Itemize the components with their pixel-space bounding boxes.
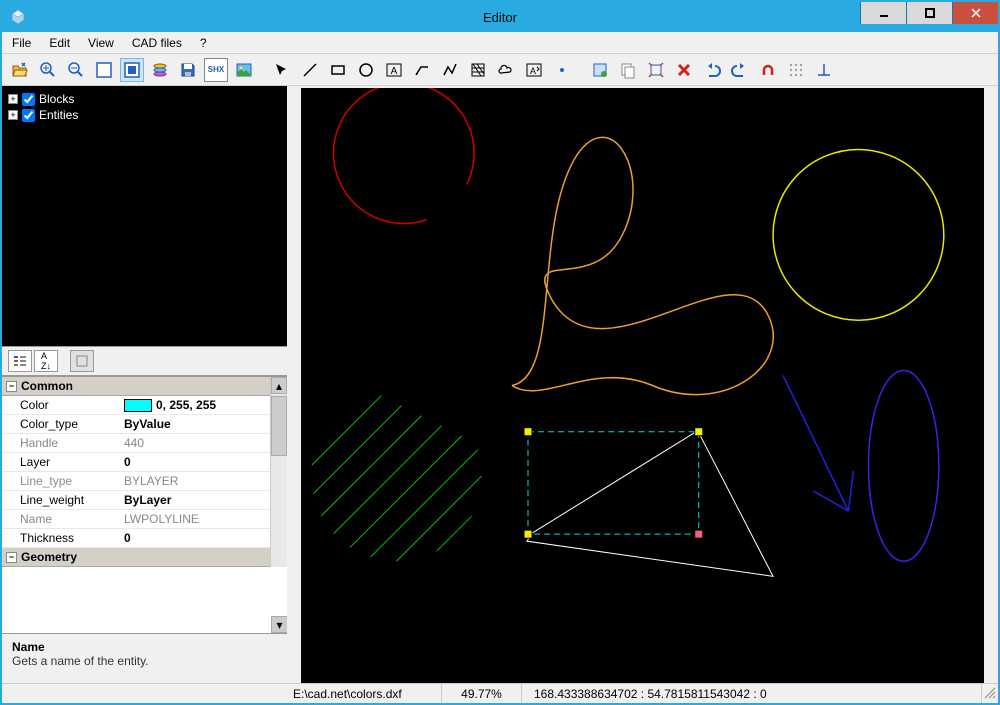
white-bg-button[interactable] bbox=[92, 58, 116, 82]
categorized-button[interactable] bbox=[8, 350, 32, 372]
prop-category-common[interactable]: − Common bbox=[2, 377, 270, 396]
menu-file[interactable]: File bbox=[12, 36, 31, 50]
property-toolbar: AZ↓ bbox=[2, 346, 287, 376]
drawing-canvas[interactable] bbox=[301, 88, 984, 683]
prop-row-handle: Handle 440 bbox=[2, 434, 270, 453]
minimize-button[interactable] bbox=[860, 2, 906, 24]
expand-icon[interactable]: + bbox=[8, 94, 18, 104]
green-hatch[interactable] bbox=[301, 386, 522, 607]
resize-grip[interactable] bbox=[982, 685, 998, 702]
text-button[interactable]: A bbox=[382, 58, 406, 82]
expand-icon[interactable]: + bbox=[8, 110, 18, 120]
color-swatch bbox=[124, 399, 152, 412]
snap-button[interactable] bbox=[756, 58, 780, 82]
hatch-button[interactable] bbox=[466, 58, 490, 82]
alphabetical-button[interactable]: AZ↓ bbox=[34, 350, 58, 372]
white-polyline[interactable] bbox=[527, 431, 773, 577]
menu-cad-files[interactable]: CAD files bbox=[132, 36, 182, 50]
collapse-icon[interactable]: − bbox=[6, 381, 17, 392]
tree-item-entities[interactable]: + Entities bbox=[8, 108, 281, 122]
collapse-icon[interactable]: − bbox=[6, 552, 17, 563]
property-grid[interactable]: − Common Color 0, 255, 255 Color_type By… bbox=[2, 376, 287, 633]
category-label: Geometry bbox=[21, 550, 77, 564]
zoom-in-button[interactable] bbox=[36, 58, 60, 82]
prop-category-geometry[interactable]: − Geometry bbox=[2, 548, 270, 567]
app-icon bbox=[10, 9, 26, 25]
scrollbar[interactable]: ▴ ▾ bbox=[270, 377, 287, 567]
close-button[interactable] bbox=[952, 2, 998, 24]
tree-item-blocks[interactable]: + Blocks bbox=[8, 92, 281, 106]
grid-button[interactable] bbox=[784, 58, 808, 82]
grip-icon[interactable] bbox=[524, 428, 532, 436]
menu-view[interactable]: View bbox=[88, 36, 114, 50]
mtext-button[interactable]: A bbox=[522, 58, 546, 82]
open-button[interactable] bbox=[8, 58, 32, 82]
extents-button[interactable] bbox=[644, 58, 668, 82]
grip-icon[interactable] bbox=[524, 530, 532, 538]
black-bg-button[interactable] bbox=[120, 58, 144, 82]
titlebar: Editor bbox=[2, 2, 998, 32]
prop-row-thickness[interactable]: Thickness 0 bbox=[2, 529, 270, 548]
category-label: Common bbox=[21, 379, 73, 393]
grip-icon[interactable] bbox=[695, 428, 703, 436]
window-title: Editor bbox=[483, 10, 517, 25]
undo-button[interactable] bbox=[700, 58, 724, 82]
delete-button[interactable] bbox=[672, 58, 696, 82]
yellow-circle[interactable] bbox=[773, 149, 944, 320]
tree-label: Entities bbox=[39, 108, 78, 122]
maximize-button[interactable] bbox=[906, 2, 952, 24]
status-zoom: 49.77% bbox=[442, 684, 522, 703]
left-panel: + Blocks + Entities AZ↓ bbox=[2, 86, 287, 683]
tree-label: Blocks bbox=[39, 92, 74, 106]
statusbar: E:\cad.net\colors.dxf 49.77% 168.4333886… bbox=[2, 683, 998, 703]
menubar: File Edit View CAD files ? bbox=[2, 32, 998, 54]
property-description: Name Gets a name of the entity. bbox=[2, 633, 287, 683]
tree-checkbox[interactable] bbox=[22, 109, 35, 122]
menu-edit[interactable]: Edit bbox=[49, 36, 70, 50]
ortho-button[interactable] bbox=[812, 58, 836, 82]
copy-button[interactable] bbox=[616, 58, 640, 82]
blue-ellipse[interactable] bbox=[868, 370, 938, 561]
zoom-out-button[interactable] bbox=[64, 58, 88, 82]
svg-text:A: A bbox=[530, 66, 536, 76]
tree-checkbox[interactable] bbox=[22, 93, 35, 106]
orange-spline[interactable] bbox=[512, 137, 773, 394]
leader-button[interactable] bbox=[410, 58, 434, 82]
red-arc[interactable] bbox=[333, 88, 474, 224]
polyline-button[interactable] bbox=[438, 58, 462, 82]
rect-button[interactable] bbox=[326, 58, 350, 82]
prop-pages-button[interactable] bbox=[70, 350, 94, 372]
prop-row-lineweight[interactable]: Line_weight ByLayer bbox=[2, 491, 270, 510]
prop-row-layer[interactable]: Layer 0 bbox=[2, 453, 270, 472]
canvas-area[interactable] bbox=[287, 86, 998, 683]
picture-button[interactable] bbox=[232, 58, 256, 82]
tree-view[interactable]: + Blocks + Entities bbox=[2, 86, 287, 346]
prop-row-name: Name LWPOLYLINE bbox=[2, 510, 270, 529]
select-button[interactable] bbox=[270, 58, 294, 82]
shx-button[interactable]: SHX bbox=[204, 58, 228, 82]
desc-text: Gets a name of the entity. bbox=[12, 654, 277, 668]
prop-row-color[interactable]: Color 0, 255, 255 bbox=[2, 396, 270, 415]
prop-row-linetype: Line_type BYLAYER bbox=[2, 472, 270, 491]
cloud-button[interactable] bbox=[494, 58, 518, 82]
point-button[interactable] bbox=[550, 58, 574, 82]
layers-button[interactable] bbox=[148, 58, 172, 82]
toolbar: SHX A A bbox=[2, 54, 998, 86]
prop-row-colortype[interactable]: Color_type ByValue bbox=[2, 415, 270, 434]
blue-arrow[interactable] bbox=[783, 375, 853, 511]
save-button[interactable] bbox=[176, 58, 200, 82]
svg-text:A: A bbox=[391, 66, 398, 77]
block-button[interactable] bbox=[588, 58, 612, 82]
redo-button[interactable] bbox=[728, 58, 752, 82]
circle-button[interactable] bbox=[354, 58, 378, 82]
desc-title: Name bbox=[12, 640, 277, 654]
status-path: E:\cad.net\colors.dxf bbox=[287, 684, 442, 703]
status-coords: 168.433388634702 : 54.7815811543042 : 0 bbox=[522, 684, 982, 703]
line-button[interactable] bbox=[298, 58, 322, 82]
grip-icon[interactable] bbox=[695, 530, 703, 538]
menu-help[interactable]: ? bbox=[200, 36, 207, 50]
